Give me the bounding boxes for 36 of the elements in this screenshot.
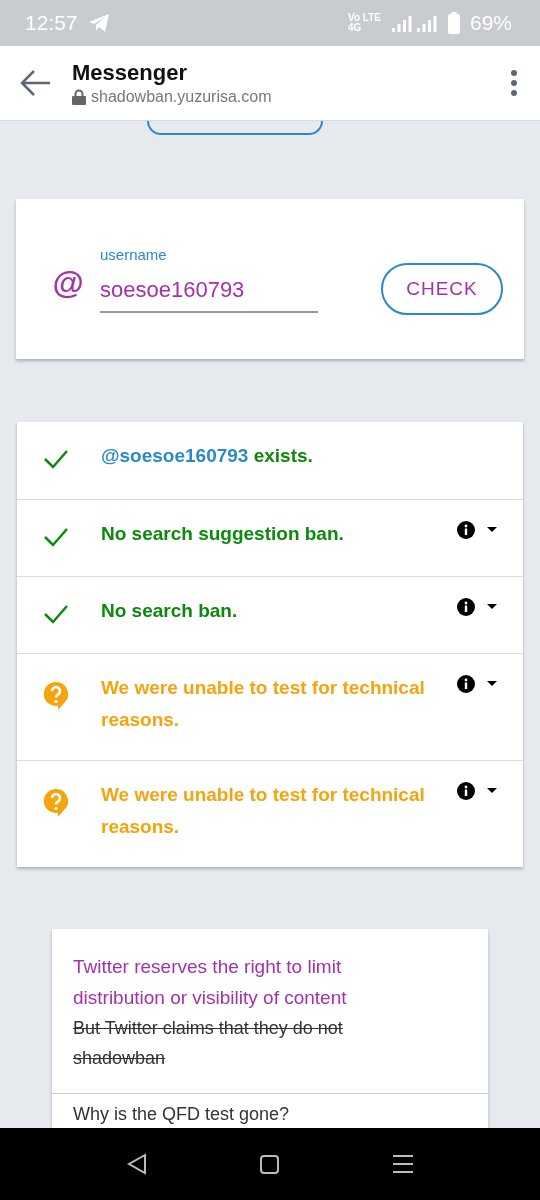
username-field[interactable]: username soesoe160793	[100, 245, 318, 313]
page-url: shadowban.yuzurisa.com	[91, 88, 272, 106]
menu-nav-icon[interactable]	[393, 1155, 414, 1173]
page-title: Messenger	[72, 60, 188, 86]
more-menu-icon[interactable]	[510, 69, 518, 97]
headline-text: Twitter reserves the right to limit distribution or visibility of content	[73, 955, 348, 1010]
result-text: No search suggestion ban.	[101, 522, 345, 546]
at-sign: @	[52, 264, 85, 302]
question-icon	[43, 681, 69, 711]
dropdown-caret-icon[interactable]	[487, 681, 497, 687]
info-icon[interactable]	[457, 521, 475, 539]
info-icon[interactable]	[457, 598, 475, 616]
checkmark-icon	[43, 527, 69, 547]
lock-icon	[72, 89, 86, 105]
dropdown-caret-icon[interactable]	[487, 788, 497, 794]
home-nav-icon[interactable]	[260, 1154, 280, 1174]
checkmark-icon	[43, 449, 69, 469]
result-text: We were unable to test for technical reasons.	[101, 676, 426, 732]
check-button[interactable]: CHECK	[381, 263, 503, 315]
faq-question[interactable]: Why is the QFD test gone?	[52, 1094, 488, 1128]
checkmark-icon	[43, 604, 69, 624]
struck-text: But Twitter claims that they do not shadowban	[73, 1017, 344, 1070]
dropdown-caret-icon[interactable]	[487, 604, 497, 610]
outlined-button[interactable]	[147, 121, 323, 135]
back-arrow-icon[interactable]	[20, 69, 52, 97]
battery-icon	[447, 12, 460, 34]
back-nav-icon[interactable]	[126, 1153, 147, 1175]
info-icon[interactable]	[457, 675, 475, 693]
paper-plane-icon	[87, 13, 110, 33]
result-text: @soesoe160793 exists.	[101, 444, 314, 468]
question-icon	[43, 788, 69, 818]
result-text: No search ban.	[101, 599, 239, 623]
result-text: We were unable to test for technical reasons.	[101, 783, 426, 839]
dropdown-caret-icon[interactable]	[487, 527, 497, 533]
info-icon[interactable]	[457, 782, 475, 800]
signal-icon	[391, 14, 438, 32]
